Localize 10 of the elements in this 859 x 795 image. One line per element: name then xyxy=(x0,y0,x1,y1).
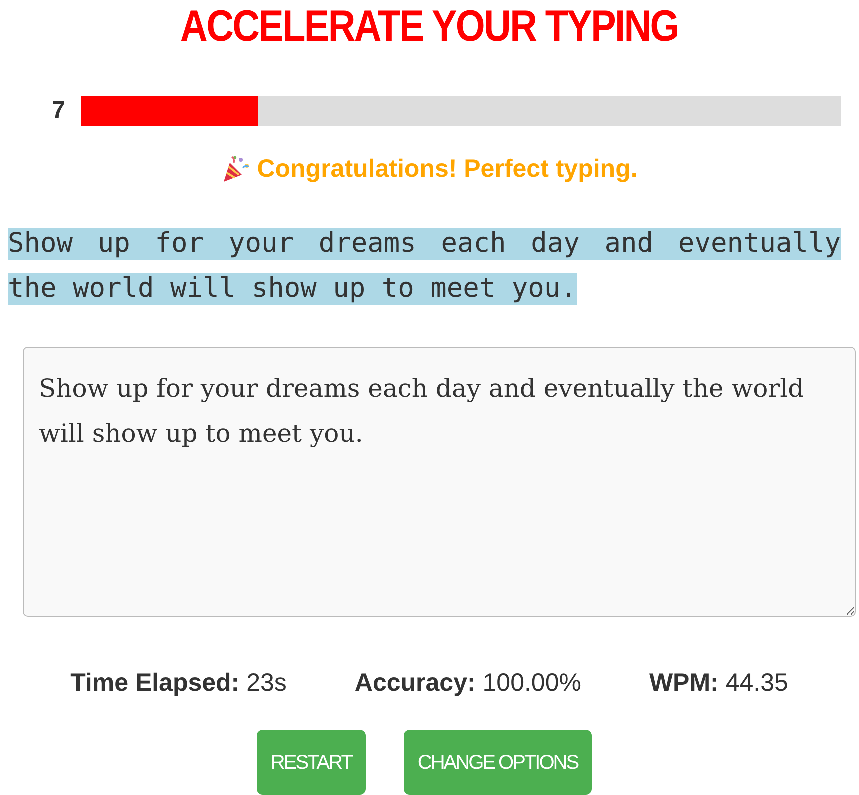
progress-count: 7 xyxy=(52,97,66,125)
stat-text: Accuracy: 100.00% xyxy=(354,669,582,698)
options-button[interactable]: CHANGE OPTIONS xyxy=(404,730,592,795)
party-popper-icon xyxy=(221,154,252,184)
success-message: Congratulations! Perfect typing. xyxy=(257,154,638,184)
restart-button[interactable]: RESTART xyxy=(256,730,366,795)
typing-field[interactable]: Show up for your dreams each day and eventually the world will show up to meet you. xyxy=(23,347,856,617)
page-title: ACCELERATE YOUR TYPING xyxy=(180,1,680,50)
stat-text: Time Elapsed: 23s xyxy=(70,669,287,698)
stat-text: WPM: 44.35 xyxy=(649,669,788,698)
